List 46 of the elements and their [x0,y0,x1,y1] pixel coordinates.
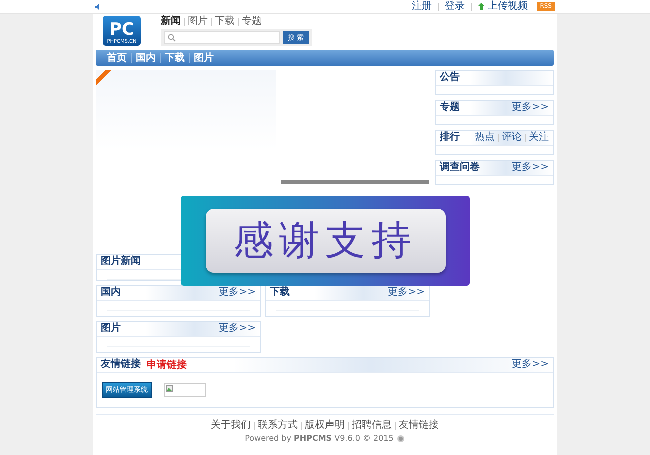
more-link[interactable]: 更多>> [512,102,549,114]
box-title: 国内 [101,287,121,299]
top-link[interactable]: 登录 [445,0,466,12]
footer-link[interactable]: 版权声明 [305,420,345,432]
rank-tab[interactable]: 关注 [529,132,549,144]
more-link[interactable]: 更多>> [219,323,256,335]
box-title: 专题 [440,102,460,114]
broken-image-icon [166,385,173,392]
search-icon [168,34,176,42]
footer-link[interactable]: 联系方式 [258,420,298,432]
search-tab[interactable]: 图片 [188,16,208,27]
box-title: 图片新闻 [101,256,141,268]
powered-by-text: Powered by PHPCMS V9.6.0 © 2015 [245,434,394,443]
footer-link[interactable]: 招聘信息 [352,420,392,432]
box-title: 友情链接 [101,359,141,371]
broken-image-link[interactable] [164,383,206,397]
box-title: 公告 [440,72,460,84]
nav-item[interactable]: 首页 [103,51,131,65]
rank-tab[interactable]: 热点 [475,132,495,144]
speaker-icon [95,4,101,10]
rank-tab[interactable]: 评论 [502,132,522,144]
apply-link[interactable]: 申请链接 [147,358,187,372]
footer-link[interactable]: 关于我们 [211,420,251,432]
box-title: 排行 [440,132,460,144]
search-tab[interactable]: 专题 [242,16,262,27]
more-link[interactable]: 更多>> [512,359,549,371]
floating-banner[interactable]: 感谢支持 [181,196,470,286]
footer-link[interactable]: 友情链接 [399,420,439,432]
more-link[interactable]: 更多>> [219,287,256,299]
top-link[interactable]: 上传视频 [488,0,528,12]
upload-icon [478,3,486,10]
search-tab[interactable]: 下载 [215,16,235,27]
box-title: 图片 [101,323,121,335]
banner-text: 感谢支持 [234,217,418,265]
nav-item[interactable]: 图片 [190,51,218,65]
box-title: 下载 [270,287,290,299]
box-title: 调查问卷 [440,162,480,174]
badge-icon [396,434,405,442]
nav-item[interactable]: 下载 [161,51,189,65]
more-link[interactable]: 更多>> [512,162,549,174]
search-field[interactable] [164,31,280,44]
corner-ribbon-icon [96,70,112,86]
top-link[interactable]: 注册 [412,0,432,12]
more-link[interactable]: 更多>> [388,287,425,299]
nav-item[interactable]: 国内 [132,51,160,65]
search-tab[interactable]: 新闻 [161,16,181,27]
